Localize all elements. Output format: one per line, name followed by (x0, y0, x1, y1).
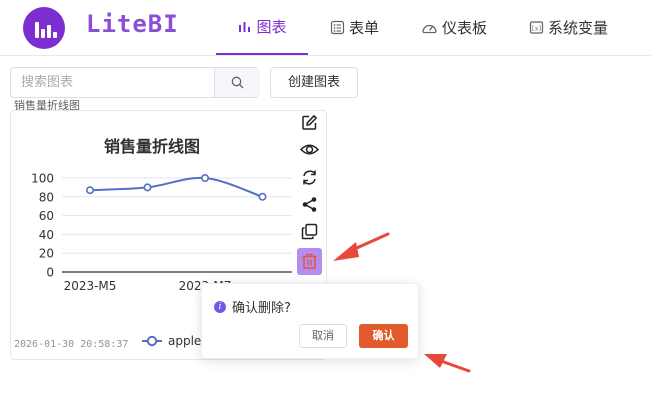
annotation-arrows (333, 232, 471, 373)
annotation-arrow-icon (333, 232, 390, 261)
annotation-arrow-icon (424, 354, 471, 373)
